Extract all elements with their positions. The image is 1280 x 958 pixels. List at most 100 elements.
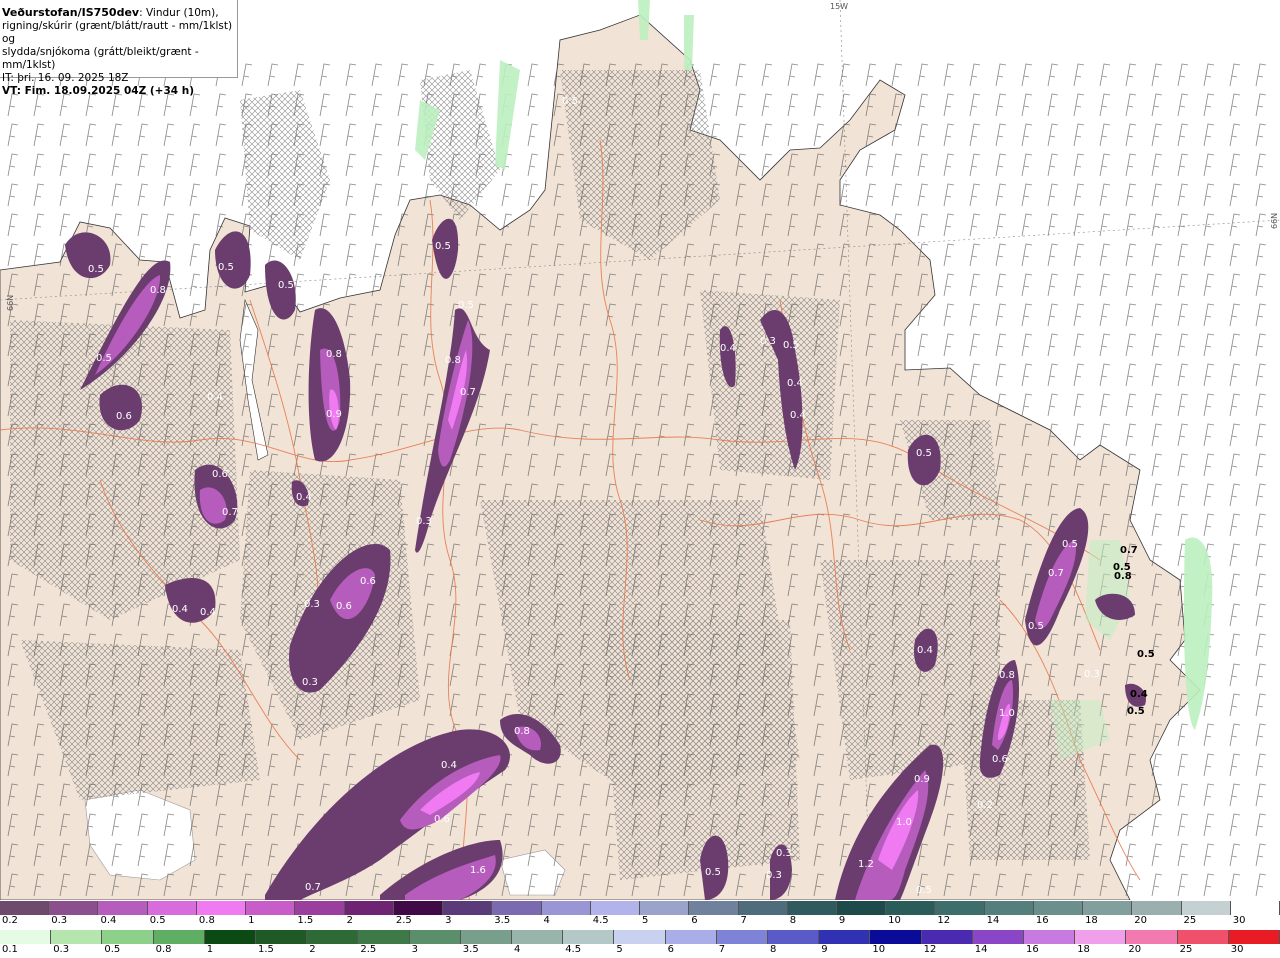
snow-value: 0.3 [302,677,318,688]
legend-swatch [460,930,513,944]
legend-swatch [541,901,591,915]
legend-label: 16 [1026,944,1039,955]
legend-swatch [393,901,444,915]
snow-value: 0.6 [434,814,450,825]
valid-time: VT: Fim. 18.09.2025 04Z (+34 h) [2,85,195,97]
legend-swatch [935,901,985,915]
grid-label-parallel-left: 66N [6,295,15,311]
snow-value: 0.6 [360,576,376,587]
snow-value: 0.5 [705,867,721,878]
rain-value: 0.4 [1130,689,1148,700]
snow-value: 0.8 [445,355,461,366]
legend-swatch [1132,901,1182,915]
legend-swatch [344,901,394,915]
legend-label: 5 [642,915,649,926]
snow-value: 0.6 [992,754,1008,765]
legend-label: 8 [770,944,777,955]
rain-value: 0.5 [1127,706,1145,717]
legend-label: 14 [974,944,988,955]
legend-swatch [716,930,769,944]
grid-label-parallel-right: 66N [1270,213,1279,229]
legend-swatch [0,930,52,944]
legend-swatch [307,930,359,944]
legend-swatch [614,930,666,944]
legend-label: 0.3 [53,944,70,955]
legend-label: 10 [888,915,901,926]
legend-label: 25 [1179,944,1193,955]
snow-value: 1.6 [470,865,486,876]
snow-value: 0.4 [296,492,312,503]
legend-label: 4 [514,944,521,955]
snow-value: 0.8 [150,285,166,296]
legend-label: 12 [937,915,951,926]
rain-legend-bar [0,930,1280,944]
legend-swatch [738,901,788,915]
snow-value: 0.5 [916,448,932,459]
legend-label: 1 [206,944,214,955]
legend-label: 2 [309,944,316,955]
legend-swatch [886,901,936,915]
legend-swatch [972,930,1025,944]
legend-label: 0.3 [51,915,68,926]
legend-label: 12 [923,944,937,955]
title-description: : Vindur (10m), [139,7,219,19]
legend-label: 3.5 [462,944,479,955]
legend-swatch [204,930,257,944]
legend-swatch [1083,901,1133,915]
legend-swatch [819,930,871,944]
snow-value: 0.8 [999,670,1015,681]
legend-swatch [689,901,739,915]
title-line-1: Veðurstofan/IS750dev: Vindur (10m), [2,6,237,20]
snow-value: 0.5 [1062,539,1078,550]
snow-value: 0.3 [304,599,320,610]
legend-label: 10 [872,944,886,955]
legend-swatch [563,930,615,944]
legend-label: 2.5 [395,915,412,926]
snow-value: 0.6 [116,411,132,422]
snow-value: 0.4 [787,378,803,389]
snow-value: 0.3 [766,870,782,881]
legend-label: 7 [740,915,747,926]
legend-label: 30 [1232,915,1246,926]
legend-label: 0.1 [2,944,18,955]
legend-label: 2 [346,915,353,926]
snow-legend-bar [0,901,1280,915]
rain-value: 0.8 [1114,571,1132,582]
snow-value: 1.0 [896,817,912,828]
snow-value: 0.4 [172,604,188,615]
legend-swatch [0,901,50,915]
legend-swatch [512,930,564,944]
snow-value: 0.4 [720,343,736,354]
legend-swatch [1024,930,1076,944]
legend-label: 2.5 [360,944,377,955]
grid-label-meridian: 15W [830,2,848,11]
snow-value: 0.9 [326,409,342,420]
snow-value: 0.5 [88,264,104,275]
legend-swatch [1126,930,1178,944]
snow-value: 0.6 [212,469,228,480]
legend-swatch [49,901,99,915]
legend-label: 18 [1077,944,1090,955]
legend-label: 6 [691,915,698,926]
legend-label: 7 [718,944,726,955]
legend-label: 9 [821,944,828,955]
rain-value: 0.5 [1137,649,1155,660]
legend-swatch [443,901,493,915]
legend-label: 1.5 [297,915,314,926]
weather-map[interactable]: 15W 66N 66N 0.5 0.8 0.5 0.6 0.4 0.6 0.7 … [0,0,1280,900]
snow-value: 1.0 [999,708,1015,719]
legend-swatch [196,901,247,915]
title-line-2: rigning/skúrir (grænt/blátt/rautt - mm/1… [2,20,233,45]
legend-swatch [1033,901,1084,915]
legend-swatch [836,901,887,915]
legend-label: 4.5 [592,915,609,926]
legend-swatch [102,930,154,944]
legend-label: 16 [1035,915,1049,926]
legend-label: 0.4 [100,915,117,926]
legend-label: 4.5 [565,944,582,955]
legend-label: 6 [667,944,674,955]
legend-swatch [51,930,103,944]
model-name: Veðurstofan/IS750dev [2,6,140,19]
snow-value: 0.5 [916,885,932,896]
legend-label: 4 [543,915,550,926]
